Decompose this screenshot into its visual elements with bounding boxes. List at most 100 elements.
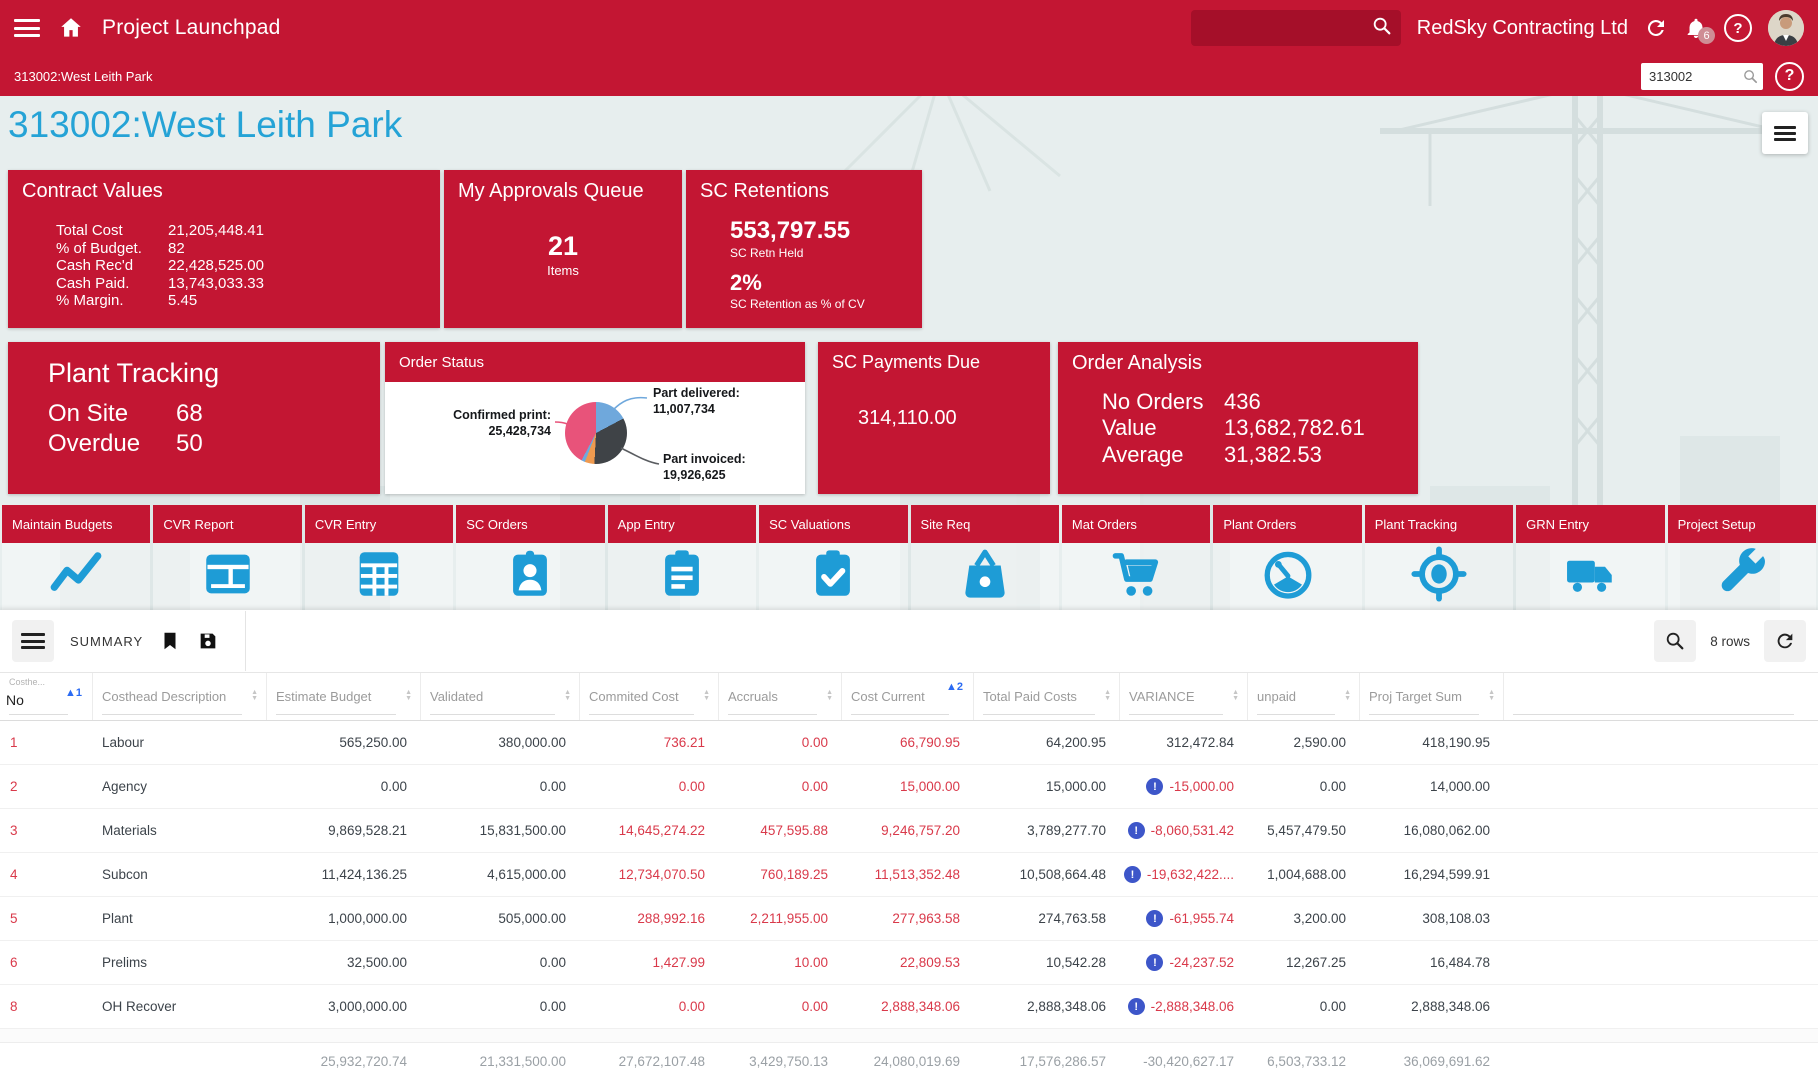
cost-current-value: 15,000.00 — [842, 779, 974, 794]
project-search-box[interactable] — [1641, 63, 1763, 90]
tab-cvr-entry[interactable]: CVR Entry — [305, 505, 453, 610]
tab-mat-orders[interactable]: Mat Orders — [1062, 505, 1210, 610]
contract-stat-row: % Margin. 5.45 — [56, 293, 440, 308]
grid-search-button[interactable] — [1654, 620, 1696, 662]
dashboard-menu-button[interactable] — [1762, 112, 1808, 154]
retention-held-value: 553,797.55 — [730, 217, 922, 245]
grid-menu-button[interactable] — [12, 620, 54, 662]
help-icon[interactable]: ? — [1724, 14, 1752, 42]
column-header-total-paid-costs[interactable]: Total Paid Costs▲▼ — [974, 673, 1120, 720]
tab-sc-orders[interactable]: SC Orders — [456, 505, 604, 610]
top-app-bar: Project Launchpad RedSky Contracting Ltd… — [0, 0, 1818, 56]
column-header-costhead-no[interactable]: Costhe... No ▲1 — [0, 673, 93, 720]
grid-gap-band — [0, 1029, 1818, 1043]
column-header-costhead-description[interactable]: Costhead Description▲▼ — [93, 673, 267, 720]
tab-label: GRN Entry — [1516, 505, 1664, 543]
variance-value: 312,472.84 — [1166, 735, 1234, 750]
nav-menu-icon[interactable] — [14, 19, 40, 37]
table-row[interactable]: 6Prelims32,500.000.001,427.9910.0022,809… — [0, 941, 1818, 985]
help-icon[interactable]: ? — [1775, 62, 1804, 91]
tab-label: CVR Entry — [305, 505, 453, 543]
column-header-validated[interactable]: Validated▲▼ — [421, 673, 580, 720]
costhead-description: Agency — [93, 779, 267, 794]
variance-alert-icon[interactable]: ! — [1128, 822, 1145, 839]
grid-refresh-button[interactable] — [1764, 620, 1806, 662]
totals-value: 6,503,733.12 — [1248, 1054, 1360, 1069]
estimate-budget-value: 565,250.00 — [267, 735, 421, 750]
costhead-description: Prelims — [93, 955, 267, 970]
costhead-description: Materials — [93, 823, 267, 838]
costhead-description: OH Recover — [93, 999, 267, 1014]
tab-project-setup[interactable]: Project Setup — [1668, 505, 1816, 610]
stat-label: Cash Rec'd — [56, 258, 168, 273]
stat-value: 22,428,525.00 — [168, 258, 264, 273]
grid-icon — [350, 545, 408, 608]
bag-icon — [956, 545, 1014, 608]
table-row[interactable]: 5Plant1,000,000.00505,000.00288,992.162,… — [0, 897, 1818, 941]
validated-value: 380,000.00 — [421, 735, 580, 750]
accruals-value: 10.00 — [719, 955, 842, 970]
table-row[interactable]: 4Subcon11,424,136.254,615,000.0012,734,0… — [0, 853, 1818, 897]
table-row[interactable]: 3Materials9,869,528.2115,831,500.0014,64… — [0, 809, 1818, 853]
contract-stat-row: % of Budget. 82 — [56, 241, 440, 256]
home-icon[interactable] — [58, 15, 84, 41]
column-header-accruals[interactable]: Accruals▲▼ — [719, 673, 842, 720]
variance-alert-icon[interactable]: ! — [1124, 866, 1141, 883]
search-icon — [1742, 68, 1759, 85]
variance-alert-icon[interactable]: ! — [1146, 954, 1163, 971]
column-header-unpaid[interactable]: unpaid▲▼ — [1248, 673, 1360, 720]
column-header-variance[interactable]: VARIANCE▲▼ — [1120, 673, 1248, 720]
table-row[interactable]: 8OH Recover3,000,000.000.000.000.002,888… — [0, 985, 1818, 1029]
approvals-unit: Items — [444, 263, 682, 278]
order-status-card: Order Status Confirmed print: 25,428,734… — [385, 342, 805, 494]
sort-arrows-icon: ▲▼ — [405, 690, 412, 702]
column-header-proj-target-sum[interactable]: Proj Target Sum▲▼ — [1360, 673, 1504, 720]
total-paid-value: 15,000.00 — [974, 779, 1120, 794]
unpaid-value: 12,267.25 — [1248, 955, 1360, 970]
gauge-icon — [1259, 545, 1317, 608]
grid-body: 1Labour565,250.00380,000.00736.210.0066,… — [0, 721, 1818, 1029]
card-title: Contract Values — [8, 170, 440, 203]
tab-app-entry[interactable]: App Entry — [608, 505, 756, 610]
column-title-truncated: Costhe... — [9, 677, 86, 687]
variance-alert-icon[interactable]: ! — [1146, 778, 1163, 795]
breadcrumb: 313002:West Leith Park — [14, 69, 153, 84]
unpaid-value: 3,200.00 — [1248, 911, 1360, 926]
variance-value: -2,888,348.06 — [1151, 999, 1234, 1014]
variance-alert-icon[interactable]: ! — [1128, 998, 1145, 1015]
column-header-estimate-budget[interactable]: Estimate Budget▲▼ — [267, 673, 421, 720]
sort-order-badge: ▲2 — [946, 681, 963, 693]
variance-cell: !-15,000.00 — [1120, 778, 1248, 795]
save-icon[interactable] — [197, 630, 219, 652]
tab-cvr-report[interactable]: CVR Report — [153, 505, 301, 610]
column-header-commited-cost[interactable]: Commited Cost▲▼ — [580, 673, 719, 720]
sort-arrows-icon: ▲▼ — [1104, 690, 1111, 702]
table-row[interactable]: 2Agency0.000.000.000.0015,000.0015,000.0… — [0, 765, 1818, 809]
stat-label: Average — [1102, 442, 1224, 468]
plant-tracking-card: Plant Tracking On Site 68 Overdue 50 — [8, 342, 380, 494]
tab-plant-orders[interactable]: Plant Orders — [1213, 505, 1361, 610]
validated-value: 0.00 — [421, 779, 580, 794]
tab-site-req[interactable]: Site Req — [911, 505, 1059, 610]
stat-label: % of Budget. — [56, 241, 168, 256]
table-row[interactable]: 1Labour565,250.00380,000.00736.210.0066,… — [0, 721, 1818, 765]
global-search-input[interactable] — [1191, 10, 1401, 46]
search-icon — [1664, 630, 1686, 652]
stat-value: 21,205,448.41 — [168, 223, 264, 238]
grid-totals-row: 25,932,720.7421,331,500.0027,672,107.483… — [0, 1043, 1818, 1080]
proj-target-value: 16,080,062.00 — [1360, 823, 1504, 838]
column-header-cost-current[interactable]: Cost Current▲2 — [842, 673, 974, 720]
notifications-bell-icon[interactable]: 6 — [1684, 16, 1708, 40]
tab-plant-tracking[interactable]: Plant Tracking — [1365, 505, 1513, 610]
contract-stat-row: Cash Rec'd 22,428,525.00 — [56, 258, 440, 273]
refresh-icon[interactable] — [1644, 16, 1668, 40]
report-icon — [199, 545, 257, 608]
tab-maintain-budgets[interactable]: Maintain Budgets — [2, 505, 150, 610]
user-avatar[interactable] — [1768, 10, 1804, 46]
card-title: Order Status — [385, 342, 805, 382]
bookmark-icon[interactable] — [159, 630, 181, 652]
variance-alert-icon[interactable]: ! — [1146, 910, 1163, 927]
order-analysis-stat-row: Average 31,382.53 — [1102, 442, 1418, 468]
tab-sc-valuations[interactable]: SC Valuations — [759, 505, 907, 610]
tab-grn-entry[interactable]: GRN Entry — [1516, 505, 1664, 610]
